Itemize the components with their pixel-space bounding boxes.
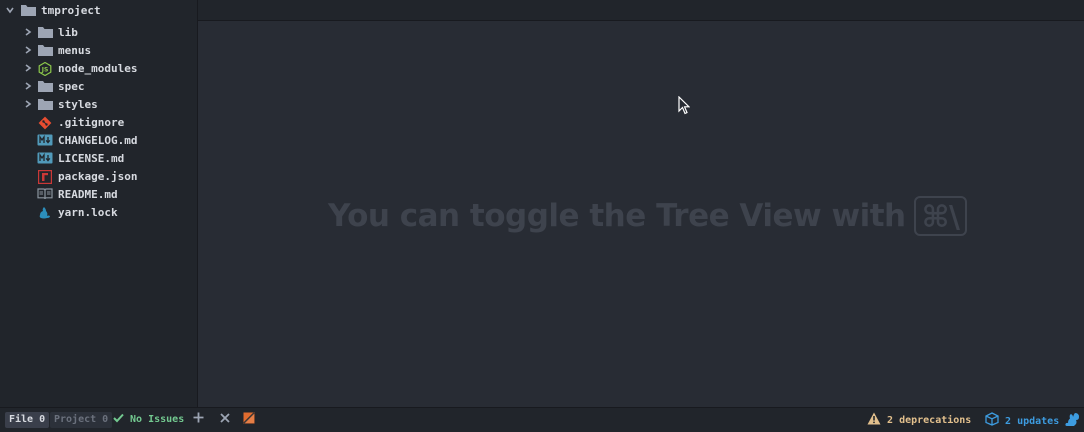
- no-issues-status[interactable]: No Issues: [113, 412, 184, 428]
- folder-icon: [38, 44, 54, 58]
- markdown-icon: [37, 134, 53, 148]
- folder-icon: [38, 98, 54, 112]
- tree-item-label: yarn.lock: [58, 206, 118, 219]
- deprecations-label: 2 deprecations: [887, 415, 972, 426]
- tree-item-label: menus: [58, 44, 92, 57]
- book-icon: [37, 188, 53, 202]
- tree-item-label: LICENSE.md: [58, 152, 125, 165]
- tree-item-label: package.json: [58, 170, 138, 183]
- checkmark-icon: [113, 413, 124, 423]
- tree-root-label: tmproject: [41, 4, 101, 17]
- squirrel-icon[interactable]: [1064, 412, 1080, 428]
- tree-item-label: .gitignore: [58, 116, 125, 129]
- chevron-right-icon[interactable]: [24, 24, 34, 42]
- tree-item-label: styles: [58, 98, 98, 111]
- folder-icon: [38, 26, 54, 40]
- deprecations-status[interactable]: 2 deprecations: [867, 412, 971, 428]
- npm-icon: [37, 169, 54, 185]
- hint-text: You can toggle the Tree View with: [328, 198, 906, 234]
- tree-view: tmproject lib menus JS node_modules spec…: [0, 0, 198, 407]
- tab-bar[interactable]: [198, 0, 1084, 21]
- svg-text:JS: JS: [41, 67, 49, 74]
- chevron-right-icon[interactable]: [24, 42, 34, 60]
- plus-icon[interactable]: [193, 412, 204, 428]
- editor-pane[interactable]: You can toggle the Tree View with ⌘\: [198, 0, 1084, 407]
- folder-icon: [38, 80, 54, 94]
- git-icon: [38, 116, 54, 130]
- project-issues-tab[interactable]: Project 0: [50, 412, 113, 428]
- close-icon[interactable]: [220, 412, 230, 428]
- chevron-right-icon[interactable]: [24, 78, 34, 96]
- mouse-cursor-icon: [678, 95, 691, 119]
- tree-item-label: lib: [58, 26, 78, 39]
- tree-item-label: spec: [58, 80, 85, 93]
- tree-item-label: node_modules: [58, 62, 138, 75]
- keyboard-shortcut-badge: ⌘\: [913, 196, 968, 236]
- tree-item-label: CHANGELOG.md: [58, 134, 138, 147]
- folder-icon: [21, 4, 37, 18]
- no-issues-label: No Issues: [130, 414, 185, 425]
- markdown-icon: [37, 152, 53, 166]
- tree-item-label: README.md: [58, 188, 118, 201]
- updates-label: 2 updates: [1005, 416, 1060, 427]
- nodejs-folder-icon: JS: [38, 61, 54, 77]
- status-bar: File 0 Project 0 No Issues 2 deprecation…: [0, 407, 1084, 432]
- file-issues-tab[interactable]: File 0: [5, 412, 50, 428]
- diff-icon[interactable]: [243, 412, 255, 428]
- yarn-icon: [38, 206, 54, 220]
- chevron-down-icon[interactable]: [6, 2, 16, 20]
- tree-view-toggle-hint: You can toggle the Tree View with ⌘\: [328, 193, 968, 239]
- warning-icon: [867, 412, 881, 425]
- chevron-right-icon[interactable]: [24, 96, 34, 114]
- chevron-right-icon[interactable]: [24, 60, 34, 78]
- updates-status[interactable]: 2 updates: [985, 412, 1059, 428]
- package-icon: [985, 412, 999, 426]
